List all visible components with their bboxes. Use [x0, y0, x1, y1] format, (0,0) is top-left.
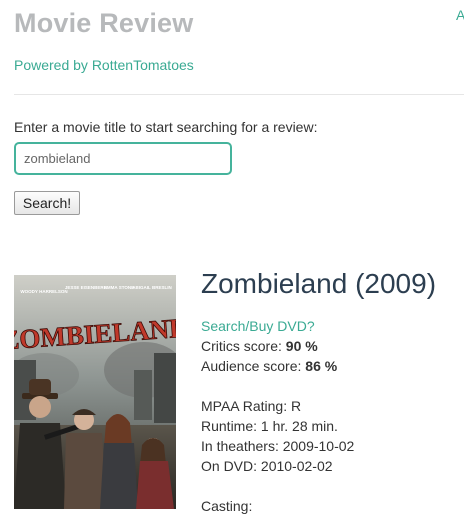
critics-score-row: Critics score: 90 %	[201, 338, 318, 354]
casting-label: Casting:	[201, 498, 253, 514]
audience-score-row: Audience score: 86 %	[201, 358, 337, 374]
buy-dvd-row: Search/Buy DVD?	[201, 318, 315, 334]
critics-score-value: 90 %	[285, 338, 318, 354]
header-corner-link[interactable]: A	[456, 7, 464, 23]
audience-score-value: 86 %	[305, 358, 338, 374]
buy-dvd-link[interactable]: Search/Buy DVD?	[201, 318, 315, 334]
svg-text:JESSE EISENBERG: JESSE EISENBERG	[65, 285, 108, 290]
movie-title: Zombieland (2009)	[201, 268, 437, 299]
divider	[14, 94, 464, 95]
mpaa-rating: MPAA Rating: R	[201, 398, 302, 414]
theater-release-date: In theathers: 2009-10-02	[201, 438, 355, 454]
app-title: Movie Review	[14, 8, 194, 38]
search-button[interactable]: Search!	[14, 191, 80, 215]
search-input[interactable]	[14, 142, 232, 175]
svg-text:EMMA STONE: EMMA STONE	[104, 285, 134, 290]
movie-poster: WOODY HARRELSON JESSE EISENBERG EMMA STO…	[14, 275, 176, 509]
powered-by-link[interactable]: Powered by RottenTomatoes	[14, 57, 194, 73]
runtime: Runtime: 1 hr. 28 min.	[201, 418, 338, 434]
audience-score-label: Audience score:	[201, 358, 306, 374]
search-prompt: Enter a movie title to start searching f…	[14, 119, 318, 135]
critics-score-label: Critics score:	[201, 338, 286, 354]
dvd-release-date: On DVD: 2010-02-02	[201, 458, 333, 474]
svg-text:ABIGAIL BRESLIN: ABIGAIL BRESLIN	[132, 285, 171, 290]
svg-text:WOODY HARRELSON: WOODY HARRELSON	[20, 289, 67, 294]
poster-image: WOODY HARRELSON JESSE EISENBERG EMMA STO…	[14, 275, 176, 509]
